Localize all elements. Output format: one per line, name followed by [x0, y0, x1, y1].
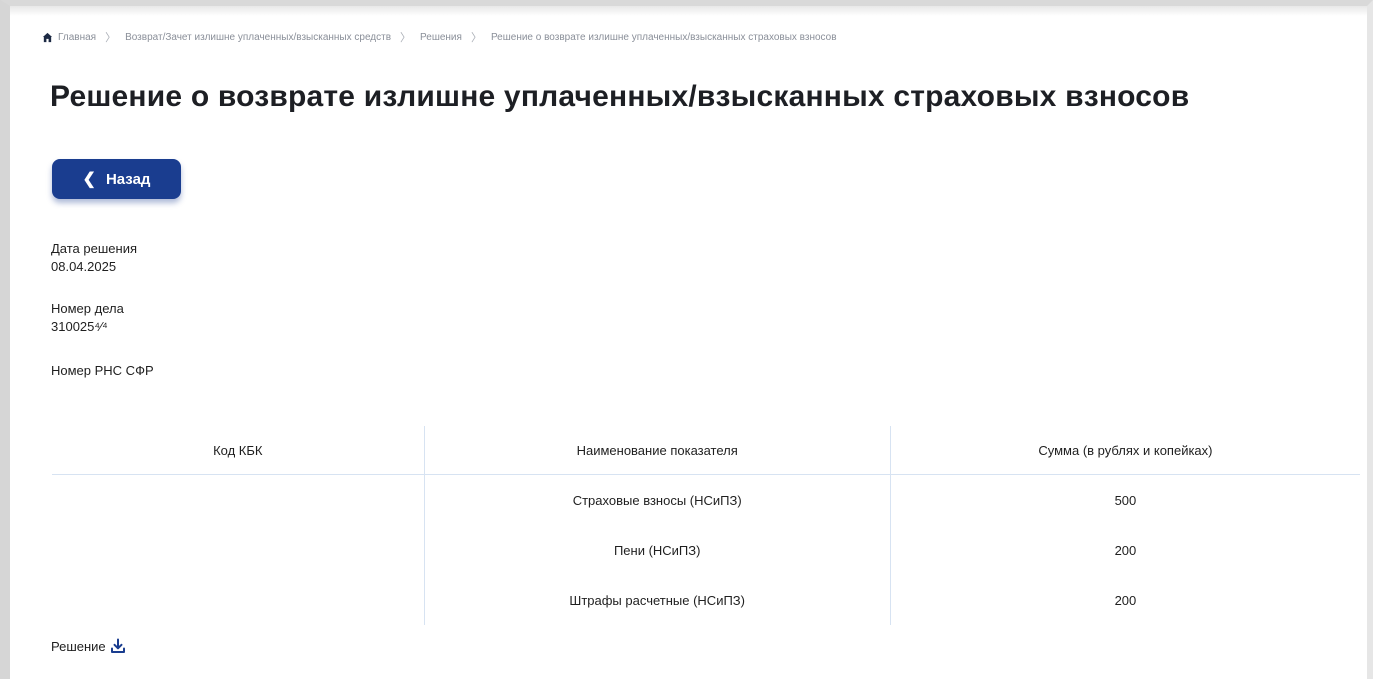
table-row: Страховые взносы (НСиПЗ) 500 [52, 474, 1360, 525]
back-button-label: Назад [105, 170, 151, 188]
decision-date-label: Дата решения [51, 241, 137, 256]
cell-kbk [52, 525, 425, 575]
cell-name: Штрафы расчетные (НСиПЗ) [424, 575, 891, 625]
page-content: Главная 〉 Возврат/Зачет излишне уплаченн… [42, 28, 1360, 654]
decision-date-field: Дата решения 08.04.2025 [51, 240, 137, 276]
table-header-row: Код КБК Наименование показателя Сумма (в… [52, 426, 1360, 475]
home-icon[interactable] [42, 32, 53, 43]
download-icon[interactable] [110, 638, 126, 654]
cell-kbk [52, 474, 425, 525]
rns-number-label: Номер РНС СФР [51, 363, 154, 378]
cell-kbk [52, 575, 425, 625]
back-button[interactable]: ❮ Назад [52, 159, 181, 199]
rns-number-field: Номер РНС СФР [51, 362, 154, 380]
case-number-value: 310025⁴⁄⁴ [51, 319, 108, 334]
breadcrumb-refund[interactable]: Возврат/Зачет излишне уплаченных/взыскан… [125, 32, 391, 43]
breadcrumb-decisions[interactable]: Решения [420, 32, 462, 43]
cell-sum: 200 [1114, 592, 1137, 608]
chevron-right-icon: 〉 [105, 32, 117, 44]
kbk-table: Код КБК Наименование показателя Сумма (в… [52, 426, 1360, 625]
column-header-kbk: Код КБК [52, 426, 425, 475]
chevron-left-icon: ❮ [82, 171, 96, 188]
table-row: Штрафы расчетные (НСиПЗ) 200 [52, 575, 1360, 625]
column-header-sum: Сумма (в рублях и копейках) [890, 426, 1360, 475]
breadcrumb-current: Решение о возврате излишне уплаченных/вз… [490, 31, 837, 43]
cell-sum: 200 [1114, 542, 1137, 558]
chevron-right-icon: 〉 [400, 32, 412, 44]
case-number-field: Номер дела 310025⁴⁄⁴ [51, 300, 124, 336]
cell-name: Страховые взносы (НСиПЗ) [424, 474, 891, 525]
decision-date-value: 08.04.2025 [51, 259, 117, 274]
cell-name: Пени (НСиПЗ) [424, 525, 891, 575]
breadcrumb-home[interactable]: Главная [58, 32, 96, 43]
page-title: Решение о возврате излишне уплаченных/вз… [50, 80, 1190, 113]
cell-sum: 500 [1114, 492, 1137, 508]
decision-download-link[interactable]: Решение [51, 638, 126, 654]
chevron-right-icon: 〉 [470, 32, 482, 44]
column-header-name: Наименование показателя [424, 426, 891, 475]
table-row: Пени (НСиПЗ) 200 [52, 525, 1360, 575]
breadcrumb: Главная 〉 Возврат/Зачет излишне уплаченн… [42, 28, 1343, 46]
case-number-label: Номер дела [51, 301, 124, 316]
window-frame: Главная 〉 Возврат/Зачет излишне уплаченн… [0, 0, 1373, 679]
decision-link-label: Решение [51, 638, 106, 654]
